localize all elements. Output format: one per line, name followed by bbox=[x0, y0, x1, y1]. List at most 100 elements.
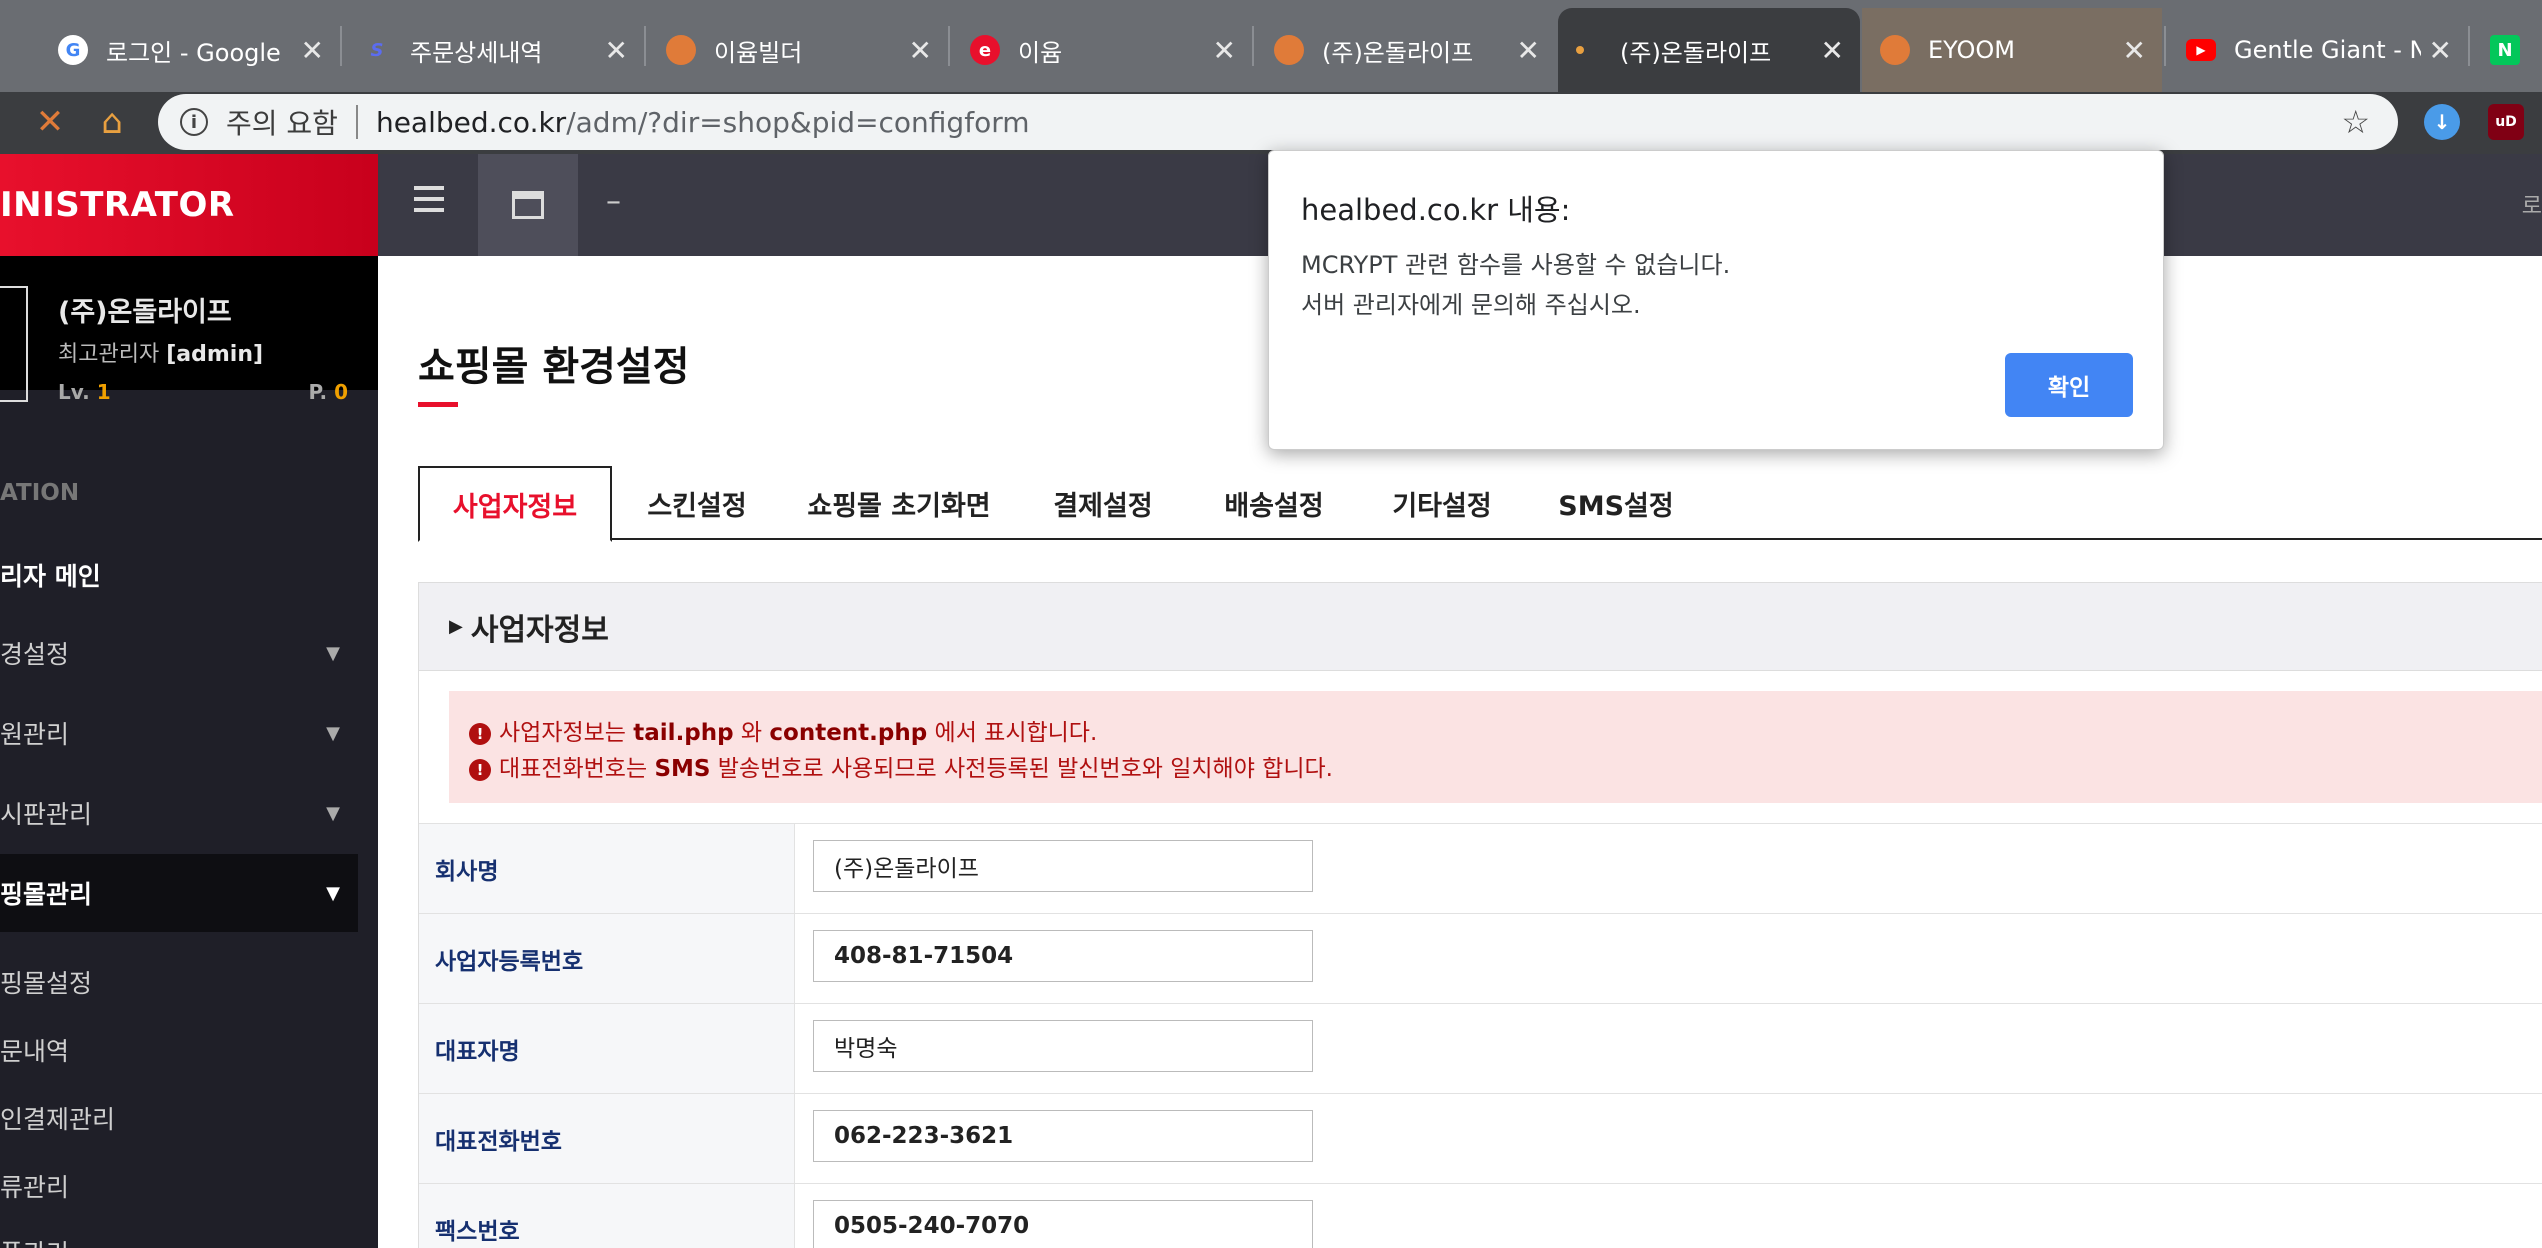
minimize-icon[interactable]: – bbox=[606, 184, 621, 219]
close-icon[interactable]: ✕ bbox=[2429, 34, 2452, 67]
profile-role: 최고관리자 [admin] bbox=[58, 336, 263, 368]
close-icon[interactable]: ✕ bbox=[1213, 34, 1236, 67]
admin-brand[interactable]: INISTRATOR bbox=[0, 154, 378, 256]
alert-dialog: healbed.co.kr 내용: MCRYPT 관련 함수를 사용할 수 없습… bbox=[1268, 150, 2164, 450]
avatar[interactable] bbox=[0, 286, 28, 402]
close-icon[interactable]: ✕ bbox=[1821, 34, 1844, 67]
admin-id: [admin] bbox=[166, 342, 264, 367]
stop-loading-icon[interactable]: ✕ bbox=[28, 100, 72, 144]
browser-tab-strip: G 로그인 - Google ✕ S 주문상세내역 ✕ 이윰빌더 ✕ e 이윰 … bbox=[0, 0, 2542, 92]
close-icon[interactable]: ✕ bbox=[1517, 34, 1540, 67]
naver-icon: N bbox=[2490, 35, 2520, 65]
triangle-right-icon: ▶ bbox=[449, 616, 463, 637]
tab-etc[interactable]: 기타설정 bbox=[1358, 466, 1526, 540]
browser-tab-naver[interactable]: N bbox=[2472, 8, 2542, 92]
ublock-icon[interactable]: uD bbox=[2488, 104, 2524, 140]
point-value: 0 bbox=[334, 380, 348, 404]
field-label: 대표전화번호 bbox=[419, 1094, 795, 1184]
sidebar-item-admin-main[interactable]: 리자 메인 bbox=[0, 536, 358, 614]
notice-alert: ! 사업자정보는 tail.php 와 content.php 에서 표시합니다.… bbox=[449, 691, 2542, 803]
level-label: Lv. bbox=[58, 380, 90, 404]
tab-skin[interactable]: 스킨설정 bbox=[612, 466, 782, 540]
tab-separator bbox=[948, 26, 950, 66]
tab-title: Gentle Giant - N bbox=[2234, 36, 2421, 64]
window-toggle-button[interactable] bbox=[478, 154, 578, 256]
field-label: 사업자등록번호 bbox=[419, 914, 795, 1004]
form-row-company: 회사명 (주)온돌라이프 bbox=[419, 823, 2542, 914]
browser-tab-ondol-life-active[interactable]: (주)온돌라이프 ✕ bbox=[1558, 8, 1860, 92]
sw-logo-icon: S bbox=[370, 39, 384, 61]
field-label: 회사명 bbox=[419, 824, 795, 914]
topbar-right-link[interactable]: 로 bbox=[2522, 188, 2542, 220]
alert-text: 대표전화번호는 bbox=[499, 756, 648, 782]
browser-tab-google-login[interactable]: G 로그인 - Google ✕ bbox=[40, 8, 340, 92]
address-bar[interactable]: i 주의 요함 healbed.co.kr /adm/?dir=shop&pid… bbox=[158, 94, 2398, 150]
alert-emph: tail.php bbox=[633, 720, 734, 746]
tab-edge bbox=[0, 8, 24, 92]
divider bbox=[355, 105, 358, 139]
subnav-item-shop-config[interactable]: 핑몰설정 bbox=[0, 964, 92, 1000]
sidebar-item-members[interactable]: 원관리 ▼ bbox=[0, 694, 358, 772]
confirm-button[interactable]: 확인 bbox=[2005, 353, 2133, 417]
download-icon[interactable]: ↓ bbox=[2424, 104, 2460, 140]
tab-business-info[interactable]: 사업자정보 bbox=[418, 466, 612, 542]
youtube-icon: ▶ bbox=[2186, 39, 2216, 61]
level-value: 1 bbox=[96, 380, 111, 404]
subnav-item-orders[interactable]: 문내역 bbox=[0, 1032, 69, 1068]
phone-input[interactable]: 062-223-3621 bbox=[813, 1110, 1313, 1162]
biz-number-input[interactable]: 408-81-71504 bbox=[813, 930, 1313, 982]
tab-separator bbox=[2164, 26, 2166, 66]
subnav-item-payment[interactable]: 인결제관리 bbox=[0, 1100, 115, 1136]
fax-input[interactable]: 0505-240-7070 bbox=[813, 1200, 1313, 1248]
tab-shipping[interactable]: 배송설정 bbox=[1190, 466, 1358, 540]
tab-title: (주)온돌라이프 bbox=[1620, 38, 1772, 67]
browser-tab-youtube[interactable]: ▶ Gentle Giant - N ✕ bbox=[2168, 8, 2468, 92]
globe-icon bbox=[1274, 35, 1304, 65]
nav-section-label: ATION bbox=[0, 480, 80, 506]
close-icon[interactable]: ✕ bbox=[605, 34, 628, 67]
field-label: 팩스번호 bbox=[419, 1184, 795, 1248]
subnav-item-category[interactable]: 류관리 bbox=[0, 1168, 69, 1204]
alert-text: 발송번호로 사용되므로 사전등록된 발신번호와 일치해야 합니다. bbox=[717, 756, 1333, 782]
close-icon[interactable]: ✕ bbox=[2123, 34, 2146, 67]
ceo-name-input[interactable]: 박명숙 bbox=[813, 1020, 1313, 1072]
sidebar-item-settings[interactable]: 경설정 ▼ bbox=[0, 614, 358, 692]
dialog-line-2: 서버 관리자에게 문의해 주십시오. bbox=[1301, 291, 1641, 319]
point-label: P. bbox=[308, 380, 328, 404]
settings-tabs: 사업자정보 스킨설정 쇼핑몰 초기화면 결제설정 배송설정 기타설정 SMS설정 bbox=[418, 466, 2542, 542]
tab-separator bbox=[1252, 26, 1254, 66]
page-title: 쇼핑몰 환경설정 bbox=[418, 344, 690, 390]
info-icon[interactable]: i bbox=[180, 108, 208, 136]
tab-title: 로그인 - Google bbox=[106, 38, 281, 67]
globe-icon bbox=[666, 35, 696, 65]
panel-title: 사업자정보 bbox=[470, 612, 609, 648]
tab-title: 주문상세내역 bbox=[410, 38, 543, 67]
browser-tab-eyoom-admin[interactable]: EYOOM ✕ bbox=[1862, 8, 2162, 92]
tab-payment[interactable]: 결제설정 bbox=[1016, 466, 1190, 540]
sidebar-item-shop[interactable]: 핑몰관리 ▼ bbox=[0, 854, 358, 932]
browser-tab-order-detail[interactable]: S 주문상세내역 ✕ bbox=[344, 8, 644, 92]
bookmark-star-icon[interactable]: ☆ bbox=[2341, 103, 2370, 141]
field-label: 대표자명 bbox=[419, 1004, 795, 1094]
tab-title: EYOOM bbox=[1928, 36, 2015, 64]
company-name-input[interactable]: (주)온돌라이프 bbox=[813, 840, 1313, 892]
tab-shop-home[interactable]: 쇼핑몰 초기화면 bbox=[782, 466, 1016, 540]
sidebar-item-label: 리자 메인 bbox=[0, 562, 101, 591]
home-icon[interactable]: ⌂ bbox=[90, 100, 134, 144]
browser-tab-eyoom-builder[interactable]: 이윰빌더 ✕ bbox=[648, 8, 948, 92]
tab-separator bbox=[644, 26, 646, 66]
alert-line-2: ! 대표전화번호는 SMS 발송번호로 사용되므로 사전등록된 발신번호와 일치해… bbox=[469, 751, 2523, 787]
hamburger-menu-icon[interactable] bbox=[414, 186, 444, 222]
browser-tab-ondol-life[interactable]: (주)온돌라이프 ✕ bbox=[1256, 8, 1556, 92]
tab-sms[interactable]: SMS설정 bbox=[1526, 466, 1706, 540]
close-icon[interactable]: ✕ bbox=[301, 34, 324, 67]
tab-separator bbox=[2468, 26, 2470, 66]
close-icon[interactable]: ✕ bbox=[909, 34, 932, 67]
alert-line-1: ! 사업자정보는 tail.php 와 content.php 에서 표시합니다. bbox=[469, 715, 2523, 751]
chevron-down-icon: ▼ bbox=[326, 642, 340, 664]
profile-name: (주)온돌라이프 bbox=[58, 297, 232, 328]
panel-header: ▶ 사업자정보 bbox=[419, 583, 2542, 671]
subnav-item-products[interactable]: 품관리 bbox=[0, 1234, 69, 1248]
sidebar-item-board[interactable]: 시판관리 ▼ bbox=[0, 774, 358, 852]
browser-tab-eyoom[interactable]: e 이윰 ✕ bbox=[952, 8, 1252, 92]
